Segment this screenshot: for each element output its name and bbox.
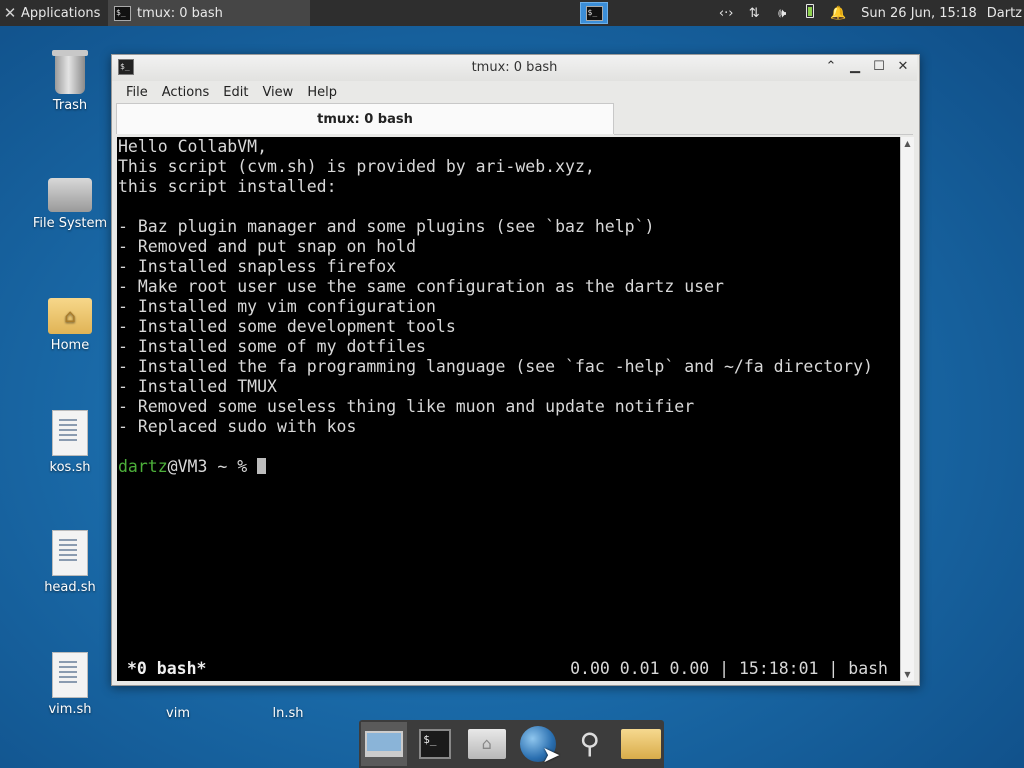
- terminal-window[interactable]: $_ tmux: 0 bash ⌃ ▁ ☐ ✕ File Actions Edi…: [111, 54, 920, 686]
- desktop-icon-head-sh[interactable]: head.sh: [20, 530, 120, 595]
- script-file-icon: [52, 652, 88, 698]
- desktop-icon-label: vim: [166, 706, 190, 721]
- dock-search[interactable]: ⚲: [567, 722, 613, 766]
- minimize-icon[interactable]: ▁: [847, 59, 863, 75]
- applications-menu-button[interactable]: ✕ Applications: [0, 0, 101, 26]
- script-file-icon: [52, 530, 88, 576]
- volume-icon[interactable]: 🕪: [773, 6, 791, 21]
- taskbar-window-title: tmux: 0 bash: [137, 5, 223, 21]
- drive-icon: [48, 178, 92, 212]
- terminal-scrollbar[interactable]: ▲ ▼: [900, 137, 914, 681]
- scroll-down-icon[interactable]: ▼: [901, 668, 914, 681]
- shell-prompt[interactable]: dartz@VM3 ~ %: [118, 457, 873, 477]
- mouse-pointer-icon: ➤: [541, 743, 561, 768]
- terminal-line: - Installed the fa programming language …: [118, 357, 873, 376]
- desktop-icon-label: Home: [50, 338, 90, 353]
- menu-actions[interactable]: Actions: [155, 85, 217, 100]
- clock[interactable]: Sun 26 Jun, 15:18: [861, 6, 977, 21]
- home-folder-icon: ⌂: [48, 298, 92, 334]
- dock-files[interactable]: [619, 722, 665, 766]
- battery-icon[interactable]: [801, 4, 819, 22]
- chevron-up-icon[interactable]: ⌃: [823, 59, 839, 75]
- xfce-logo-icon: ✕: [3, 4, 17, 22]
- desktop-icon-label: Trash: [52, 98, 88, 113]
- terminal-line: This script (cvm.sh) is provided by ari-…: [118, 157, 595, 176]
- menu-help[interactable]: Help: [300, 85, 344, 100]
- updown-icon[interactable]: ⇅: [745, 6, 763, 21]
- folder-icon: [621, 729, 662, 759]
- prompt-user: dartz: [118, 457, 168, 476]
- network-icon[interactable]: ‹·›: [717, 6, 735, 21]
- text-cursor: [257, 458, 267, 474]
- terminal-line: - Removed and put snap on hold: [118, 237, 417, 256]
- menu-edit[interactable]: Edit: [216, 85, 255, 100]
- user-menu[interactable]: Dartz: [987, 6, 1022, 21]
- menu-bar: File Actions Edit View Help: [112, 81, 917, 103]
- terminal-line: - Make root user use the same configurat…: [118, 277, 724, 296]
- applications-label: Applications: [21, 5, 101, 21]
- prompt-host: @VM3 ~ %: [167, 457, 258, 476]
- tab-tmux-bash[interactable]: tmux: 0 bash: [116, 103, 614, 134]
- terminal-icon: $_: [114, 5, 131, 21]
- top-panel: ✕ Applications $_ tmux: 0 bash $_ ‹·› ⇅ …: [0, 0, 1024, 26]
- menu-file[interactable]: File: [112, 85, 155, 100]
- taskbar-window-button[interactable]: $_ tmux: 0 bash: [108, 0, 310, 26]
- dock-web-browser[interactable]: ➤: [516, 722, 562, 768]
- terminal-line: - Installed TMUX: [118, 377, 277, 396]
- show-desktop-icon: [364, 731, 403, 757]
- desktop-icon-trash[interactable]: Trash: [20, 50, 120, 113]
- dock-home[interactable]: ⌂: [464, 722, 510, 766]
- terminal-icon: $_: [585, 5, 603, 21]
- desktop-icon-vim[interactable]: vim: [128, 684, 228, 721]
- terminal-line: this script installed:: [118, 177, 337, 196]
- desktop-icon-vim-sh[interactable]: vim.sh: [20, 652, 120, 717]
- terminal-output[interactable]: Hello CollabVM, This script (cvm.sh) is …: [117, 137, 900, 681]
- terminal-line: - Installed snapless firefox: [118, 257, 397, 276]
- web-browser-icon: ➤: [520, 726, 560, 768]
- terminal-line: - Replaced sudo with kos: [118, 417, 357, 436]
- window-titlebar[interactable]: $_ tmux: 0 bash ⌃ ▁ ☐ ✕: [112, 55, 917, 81]
- home-folder-icon: ⌂: [467, 729, 506, 759]
- terminal-line: - Removed some useless thing like muon a…: [118, 397, 695, 416]
- trash-icon: [52, 50, 88, 94]
- notification-bell-icon[interactable]: 🔔: [829, 6, 847, 21]
- tmux-status-bar: *0 bash* 0.00 0.01 0.00 | 15:18:01 | bas…: [117, 659, 900, 679]
- close-icon[interactable]: ✕: [895, 59, 911, 75]
- workspace-switcher[interactable]: $_: [580, 2, 608, 24]
- desktop-icon-label: kos.sh: [49, 460, 91, 475]
- desktop-icon-label: ln.sh: [272, 706, 304, 721]
- tmux-window-list: *0 bash*: [127, 659, 207, 678]
- tab-bar-spacer: [614, 103, 913, 135]
- window-title: tmux: 0 bash: [471, 60, 558, 75]
- desktop-icon-label: vim.sh: [48, 702, 92, 717]
- system-tray: ‹·› ⇅ 🕪 🔔 Sun 26 Jun, 15:18 Dartz: [717, 0, 1022, 26]
- desktop-icon-label: head.sh: [44, 580, 96, 595]
- terminal-line: - Installed some of my dotfiles: [118, 337, 426, 356]
- dock-show-desktop[interactable]: [361, 722, 407, 766]
- desktop-icon-ln-sh[interactable]: ln.sh: [238, 684, 338, 721]
- menu-view[interactable]: View: [255, 85, 300, 100]
- terminal-line: - Installed some development tools: [118, 317, 456, 336]
- tmux-status-info: 0.00 0.01 0.00 | 15:18:01 | bash: [570, 659, 888, 678]
- search-icon: ⚲: [579, 727, 600, 760]
- scroll-up-icon[interactable]: ▲: [901, 137, 914, 150]
- desktop-icon-home[interactable]: ⌂ Home: [20, 298, 120, 353]
- dock: $_ ⌂ ➤ ⚲: [359, 720, 664, 768]
- terminal-line: Hello CollabVM,: [118, 137, 268, 156]
- desktop-icon-label: File System: [32, 216, 108, 231]
- dock-terminal[interactable]: $_: [413, 722, 459, 766]
- terminal-line: - Installed my vim configuration: [118, 297, 436, 316]
- desktop-icon-kos-sh[interactable]: kos.sh: [20, 410, 120, 475]
- terminal-lines: Hello CollabVM, This script (cvm.sh) is …: [118, 137, 873, 477]
- desktop-icon-file-system[interactable]: File System: [20, 178, 120, 231]
- terminal-line: - Baz plugin manager and some plugins (s…: [118, 217, 655, 236]
- tab-bar: tmux: 0 bash: [116, 103, 913, 135]
- maximize-icon[interactable]: ☐: [871, 59, 887, 75]
- script-file-icon: [52, 410, 88, 456]
- terminal-icon: $_: [419, 729, 452, 759]
